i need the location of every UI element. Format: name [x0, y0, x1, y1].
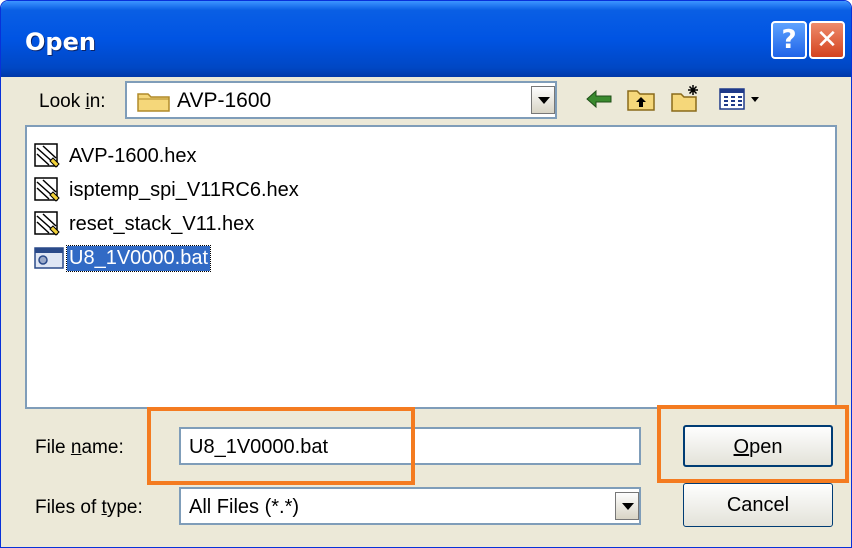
- create-new-folder-icon[interactable]: [669, 83, 701, 115]
- files-of-type-combobox[interactable]: All Files (*.*): [179, 487, 641, 525]
- file-name: reset_stack_V11.hex: [69, 212, 255, 235]
- help-button[interactable]: ?: [771, 21, 807, 59]
- dialog-title: Open: [25, 28, 96, 56]
- look-in-combobox[interactable]: AVP-1600: [125, 81, 557, 119]
- look-in-label: Look in:: [39, 91, 106, 112]
- file-name: AVP-1600.hex: [69, 144, 197, 167]
- cancel-button[interactable]: Cancel: [683, 483, 833, 527]
- file-item[interactable]: AVP-1600.hex: [33, 141, 199, 171]
- folder-icon: [137, 93, 170, 112]
- view-menu-icon[interactable]: [717, 83, 765, 115]
- back-arrow-icon[interactable]: [583, 83, 615, 115]
- file-item[interactable]: reset_stack_V11.hex: [33, 209, 256, 239]
- files-of-type-value: All Files (*.*): [189, 496, 300, 518]
- files-of-type-label: Files of type:: [35, 497, 143, 518]
- file-name-label: File name:: [35, 437, 124, 458]
- batch-file-icon: [34, 247, 64, 269]
- close-button[interactable]: ✕: [809, 21, 845, 59]
- filename-highlight-box: [147, 407, 415, 485]
- file-list[interactable]: AVP-1600.hex isptemp_spi_V11RC6.hex rese…: [25, 125, 837, 409]
- file-item[interactable]: isptemp_spi_V11RC6.hex: [33, 175, 301, 205]
- title-bar[interactable]: Open ? ✕: [1, 1, 851, 77]
- hex-file-icon: [34, 143, 60, 168]
- hex-file-icon: [34, 177, 60, 202]
- open-button-highlight-box: [657, 405, 849, 483]
- look-in-dropdown-button[interactable]: [531, 86, 555, 114]
- file-name: U8_1V0000.bat: [65, 244, 212, 272]
- file-item-selected[interactable]: U8_1V0000.bat: [33, 243, 212, 273]
- file-name: isptemp_spi_V11RC6.hex: [69, 178, 299, 201]
- chevron-down-icon: [622, 503, 634, 510]
- open-dialog: Open ? ✕ Look in: AVP-1600 AVP-1600.hex …: [0, 0, 852, 548]
- chevron-down-icon: [538, 97, 550, 104]
- look-in-value: AVP-1600: [177, 89, 272, 112]
- files-of-type-dropdown-button[interactable]: [615, 492, 639, 520]
- up-one-level-icon[interactable]: [625, 83, 657, 115]
- hex-file-icon: [34, 211, 60, 236]
